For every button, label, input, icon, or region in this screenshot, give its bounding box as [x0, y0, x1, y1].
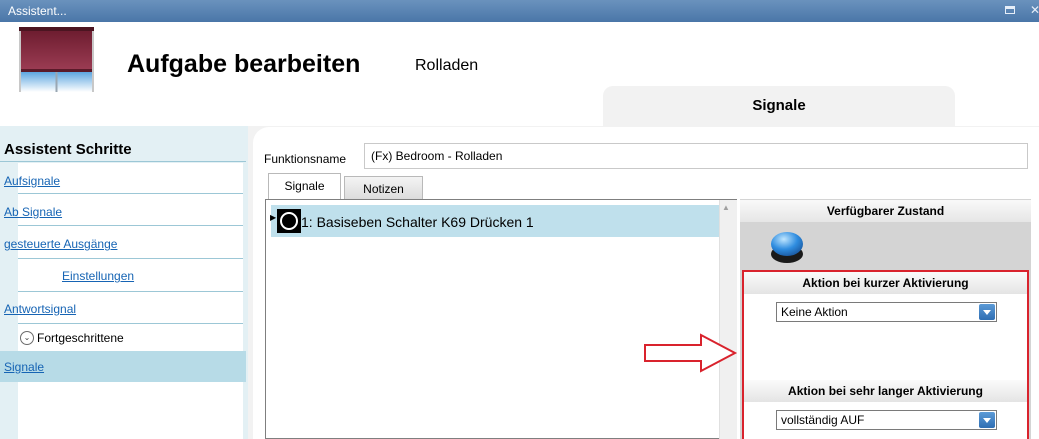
sidebar-group-label: Fortgeschrittene [37, 331, 124, 345]
short-action-value: Keine Aktion [781, 305, 848, 319]
page-subtitle: Rolladen [415, 57, 479, 74]
annotation-arrow-icon [644, 333, 738, 373]
chevron-down-icon[interactable]: ⌄ [20, 331, 34, 345]
divider [18, 291, 243, 292]
divider [18, 225, 243, 226]
page-title: Aufgabe bearbeiten [127, 50, 361, 78]
window-title: Assistent... [8, 4, 67, 18]
long-action-select[interactable]: vollständig AUF [776, 410, 997, 430]
divider [18, 258, 243, 259]
long-action-value: vollständig AUF [781, 413, 865, 427]
push-button-icon [277, 209, 301, 233]
tab-signale[interactable]: Signale [268, 173, 341, 199]
function-name-field[interactable] [364, 143, 1028, 169]
divider [18, 323, 243, 324]
sidebar-item-einstellungen[interactable]: Einstellungen [62, 269, 134, 283]
close-icon[interactable]: ✕ [1030, 3, 1039, 17]
divider [0, 161, 246, 162]
function-name-label: Funktionsname [264, 152, 347, 166]
sidebar-item-aufsignale[interactable]: Aufsignale [4, 174, 60, 188]
long-action-label: Aktion bei sehr langer Aktivierung [744, 380, 1027, 402]
window-titlebar: Assistent... ✕ [0, 0, 1039, 22]
rolladen-icon [19, 27, 94, 92]
sidebar-item-ab-signale[interactable]: Ab Signale [4, 205, 62, 219]
state-header: Verfügbarer Zustand [740, 200, 1031, 222]
chevron-down-icon[interactable] [979, 304, 995, 320]
tab-signale-header[interactable]: Signale [603, 86, 955, 126]
tab-notizen[interactable]: Notizen [344, 176, 423, 199]
divider [18, 193, 243, 194]
sidebar-item-signale[interactable]: Signale [4, 360, 44, 374]
signal-label: 1: Basiseben Schalter K69 Drücken 1 [301, 214, 534, 230]
maximize-icon[interactable] [1005, 6, 1015, 14]
sidebar-title: Assistent Schritte [4, 141, 132, 158]
sidebar-item-antwortsignal[interactable]: Antwortsignal [4, 302, 76, 316]
sidebar-item-gesteuerte-ausgaenge[interactable]: gesteuerte Ausgänge [4, 237, 117, 251]
scroll-up-icon[interactable]: ▲ [722, 203, 730, 212]
chevron-down-icon[interactable] [979, 412, 995, 428]
short-action-select[interactable]: Keine Aktion [776, 302, 997, 322]
row-expander-icon[interactable]: ▶ [270, 213, 276, 222]
short-action-label: Aktion bei kurzer Aktivierung [744, 272, 1027, 294]
blue-button-icon[interactable] [767, 226, 807, 266]
scrollbar[interactable] [719, 200, 737, 439]
